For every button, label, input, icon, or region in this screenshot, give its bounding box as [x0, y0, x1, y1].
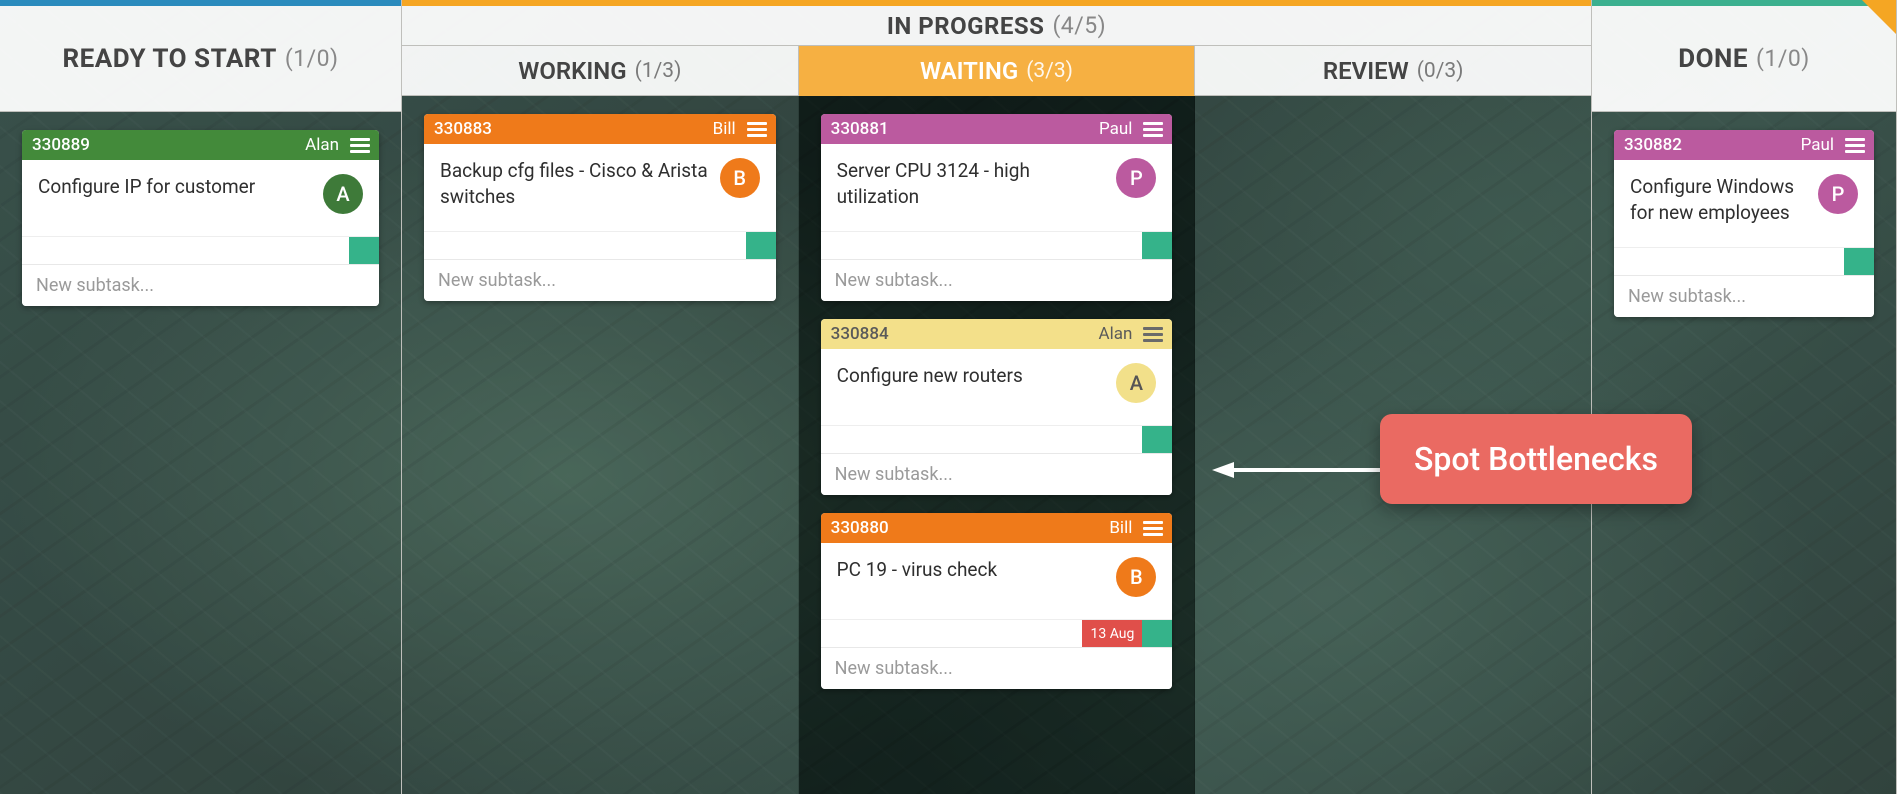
lane-count: (1/0)	[1756, 45, 1810, 72]
kanban-board: READY TO START (1/0) 330889 Alan Configu…	[0, 0, 1897, 794]
lane-ready: READY TO START (1/0) 330889 Alan Configu…	[0, 0, 402, 794]
sublane-title: WORKING	[518, 57, 626, 85]
card-id: 330881	[831, 119, 889, 139]
sublane-title: REVIEW	[1323, 57, 1409, 85]
status-tag[interactable]	[1142, 426, 1172, 453]
card-title: Configure IP for customer	[38, 174, 311, 200]
hamburger-icon[interactable]	[1842, 134, 1868, 157]
sublane-count: (3/3)	[1026, 59, 1073, 83]
lane-header-in-progress[interactable]: IN PROGRESS (4/5)	[402, 6, 1591, 46]
lane-body-ready[interactable]: 330889 Alan Configure IP for customer A …	[0, 112, 401, 794]
lane-title: DONE	[1678, 44, 1748, 74]
card-title: PC 19 - virus check	[837, 557, 1105, 583]
card-body: Configure Windows for new employees P	[1614, 160, 1874, 247]
card-id: 330880	[831, 518, 889, 538]
new-subtask-input[interactable]: New subtask...	[821, 259, 1173, 301]
card-id: 330884	[831, 324, 889, 344]
lane-in-progress: IN PROGRESS (4/5) WORKING (1/3) WAITING …	[402, 0, 1592, 794]
card-footer: 13 Aug	[821, 619, 1173, 647]
card-header: 330889 Alan	[22, 130, 379, 160]
card-body: Backup cfg files - Cisco & Arista switch…	[424, 144, 776, 231]
lane-count: (1/0)	[285, 45, 339, 72]
card-body: Configure new routers A	[821, 349, 1173, 425]
status-tag[interactable]	[746, 232, 776, 259]
card-header: 330883 Bill	[424, 114, 776, 144]
col-waiting[interactable]: 330881 Paul Server CPU 3124 - high utili…	[799, 96, 1196, 794]
new-subtask-input[interactable]: New subtask...	[1614, 275, 1874, 317]
card-id: 330883	[434, 119, 492, 139]
card-body: PC 19 - virus check B	[821, 543, 1173, 619]
card-assignee: Bill	[1109, 518, 1132, 538]
card-footer	[424, 231, 776, 259]
new-subtask-input[interactable]: New subtask...	[424, 259, 776, 301]
sublane-header-working[interactable]: WORKING (1/3)	[402, 46, 799, 96]
avatar[interactable]: B	[1116, 557, 1156, 597]
lane-title: READY TO START	[62, 44, 276, 74]
card-title: Server CPU 3124 - high utilization	[837, 158, 1105, 209]
card-title: Backup cfg files - Cisco & Arista switch…	[440, 158, 708, 209]
sublane-count: (1/3)	[635, 59, 682, 83]
sublane-header-review[interactable]: REVIEW (0/3)	[1195, 46, 1591, 96]
lane-done: DONE (1/0) 330882 Paul Configure Windows…	[1592, 0, 1897, 794]
card-title: Configure new routers	[837, 363, 1105, 389]
due-date-badge: 13 Aug	[1082, 620, 1142, 647]
card-footer	[821, 425, 1173, 453]
avatar[interactable]: B	[720, 158, 760, 198]
col-working[interactable]: 330883 Bill Backup cfg files - Cisco & A…	[402, 96, 799, 794]
avatar[interactable]: A	[323, 174, 363, 214]
sublane-title: WAITING	[920, 57, 1018, 85]
corner-indicator-icon	[1862, 0, 1896, 34]
hamburger-icon[interactable]	[1140, 517, 1166, 540]
sublane-headers: WORKING (1/3) WAITING (3/3) REVIEW (0/3)	[402, 46, 1591, 96]
card-header: 330884 Alan	[821, 319, 1173, 349]
card-assignee: Alan	[1098, 324, 1132, 344]
card-header: 330881 Paul	[821, 114, 1173, 144]
lane-count: (4/5)	[1052, 12, 1106, 39]
card[interactable]: 330882 Paul Configure Windows for new em…	[1614, 130, 1874, 317]
hamburger-icon[interactable]	[744, 118, 770, 141]
card-assignee: Alan	[305, 135, 339, 155]
hamburger-icon[interactable]	[1140, 118, 1166, 141]
new-subtask-input[interactable]: New subtask...	[821, 647, 1173, 689]
card-footer	[22, 236, 379, 264]
new-subtask-input[interactable]: New subtask...	[821, 453, 1173, 495]
card-id: 330889	[32, 135, 90, 155]
lane-title: IN PROGRESS	[887, 12, 1045, 40]
card-header: 330880 Bill	[821, 513, 1173, 543]
status-tag[interactable]	[1142, 620, 1172, 647]
status-tag[interactable]	[349, 237, 379, 264]
card-footer	[821, 231, 1173, 259]
sublane-header-waiting[interactable]: WAITING (3/3)	[799, 46, 1196, 96]
card-body: Configure IP for customer A	[22, 160, 379, 236]
new-subtask-input[interactable]: New subtask...	[22, 264, 379, 306]
lane-header-done[interactable]: DONE (1/0)	[1592, 6, 1896, 112]
lane-header-ready[interactable]: READY TO START (1/0)	[0, 6, 401, 112]
card-header: 330882 Paul	[1614, 130, 1874, 160]
avatar[interactable]: A	[1116, 363, 1156, 403]
card[interactable]: 330881 Paul Server CPU 3124 - high utili…	[821, 114, 1173, 301]
hamburger-icon[interactable]	[347, 134, 373, 157]
hamburger-icon[interactable]	[1140, 323, 1166, 346]
card-assignee: Paul	[1801, 135, 1834, 155]
card-footer	[1614, 247, 1874, 275]
sublane-count: (0/3)	[1417, 59, 1464, 83]
card-body: Server CPU 3124 - high utilization P	[821, 144, 1173, 231]
card-assignee: Paul	[1099, 119, 1132, 139]
avatar[interactable]: P	[1818, 174, 1858, 214]
card-id: 330882	[1624, 135, 1682, 155]
card[interactable]: 330880 Bill PC 19 - virus check B 13 Aug	[821, 513, 1173, 689]
callout-bottlenecks: Spot Bottlenecks	[1380, 414, 1692, 504]
status-tag[interactable]	[1142, 232, 1172, 259]
card-title: Configure Windows for new employees	[1630, 174, 1806, 225]
status-tag[interactable]	[1844, 248, 1874, 275]
card[interactable]: 330884 Alan Configure new routers A New …	[821, 319, 1173, 495]
card[interactable]: 330889 Alan Configure IP for customer A …	[22, 130, 379, 306]
card[interactable]: 330883 Bill Backup cfg files - Cisco & A…	[424, 114, 776, 301]
avatar[interactable]: P	[1116, 158, 1156, 198]
card-assignee: Bill	[713, 119, 736, 139]
